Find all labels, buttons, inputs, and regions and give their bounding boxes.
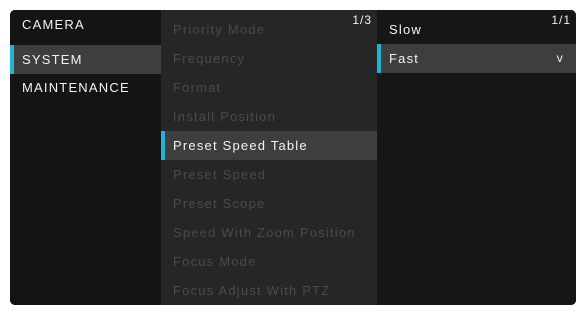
sub-menu-item-install-position[interactable]: Install Position <box>161 102 377 131</box>
sub-menu-item-label: Format <box>173 80 222 95</box>
main-menu-item-label: SYSTEM <box>22 52 83 67</box>
sub-menu-item-speed-with-zoom-position[interactable]: Speed With Zoom Position <box>161 218 377 247</box>
selection-indicator <box>377 44 381 73</box>
chevron-down-icon: v <box>556 51 564 65</box>
main-menu-item-camera[interactable]: CAMERA <box>10 10 161 39</box>
sub-menu-item-focus-mode[interactable]: Focus Mode <box>161 247 377 276</box>
main-menu-item-maintenance[interactable]: MAINTENANCE <box>10 73 161 102</box>
sub-menu-item-label: Focus Adjust With PTZ <box>173 283 331 298</box>
selection-indicator <box>161 131 165 160</box>
main-menu-item-label: CAMERA <box>22 17 85 32</box>
sub-menu-item-label: Install Position <box>173 109 277 124</box>
option-item-fast[interactable]: Fast v <box>377 44 576 73</box>
main-menu-item-system[interactable]: SYSTEM <box>10 45 161 74</box>
option-item-label: Fast <box>389 51 420 66</box>
sub-menu-item-priority-mode[interactable]: Priority Mode <box>161 15 377 44</box>
option-item-slow[interactable]: Slow <box>377 15 576 44</box>
option-list: 1/1 Slow Fast v <box>377 10 576 305</box>
sub-menu-item-label: Preset Speed Table <box>173 138 308 153</box>
sub-menu-item-label: Focus Mode <box>173 254 257 269</box>
sub-menu-item-label: Frequency <box>173 51 246 66</box>
sub-menu-item-focus-adjust-with-ptz[interactable]: Focus Adjust With PTZ <box>161 276 377 305</box>
sub-menu-item-preset-scope[interactable]: Preset Scope <box>161 189 377 218</box>
sub-menu-item-label: Priority Mode <box>173 22 266 37</box>
option-item-label: Slow <box>389 22 422 37</box>
selection-indicator <box>10 45 14 74</box>
sub-menu-item-label: Preset Scope <box>173 196 266 211</box>
sub-menu-item-preset-speed[interactable]: Preset Speed <box>161 160 377 189</box>
main-menu-item-label: MAINTENANCE <box>22 80 130 95</box>
sub-menu-item-preset-speed-table[interactable]: Preset Speed Table <box>161 131 377 160</box>
sub-menu-item-frequency[interactable]: Frequency <box>161 44 377 73</box>
sub-menu-item-label: Speed With Zoom Position <box>173 225 356 240</box>
sub-menu-item-format[interactable]: Format <box>161 73 377 102</box>
sub-menu-item-label: Preset Speed <box>173 167 267 182</box>
sub-menu: 1/3 Priority Mode Frequency Format Insta… <box>161 10 377 305</box>
osd-menu-screen: CAMERA SYSTEM MAINTENANCE 1/3 Priority M… <box>10 10 576 305</box>
main-menu: CAMERA SYSTEM MAINTENANCE <box>10 10 161 305</box>
